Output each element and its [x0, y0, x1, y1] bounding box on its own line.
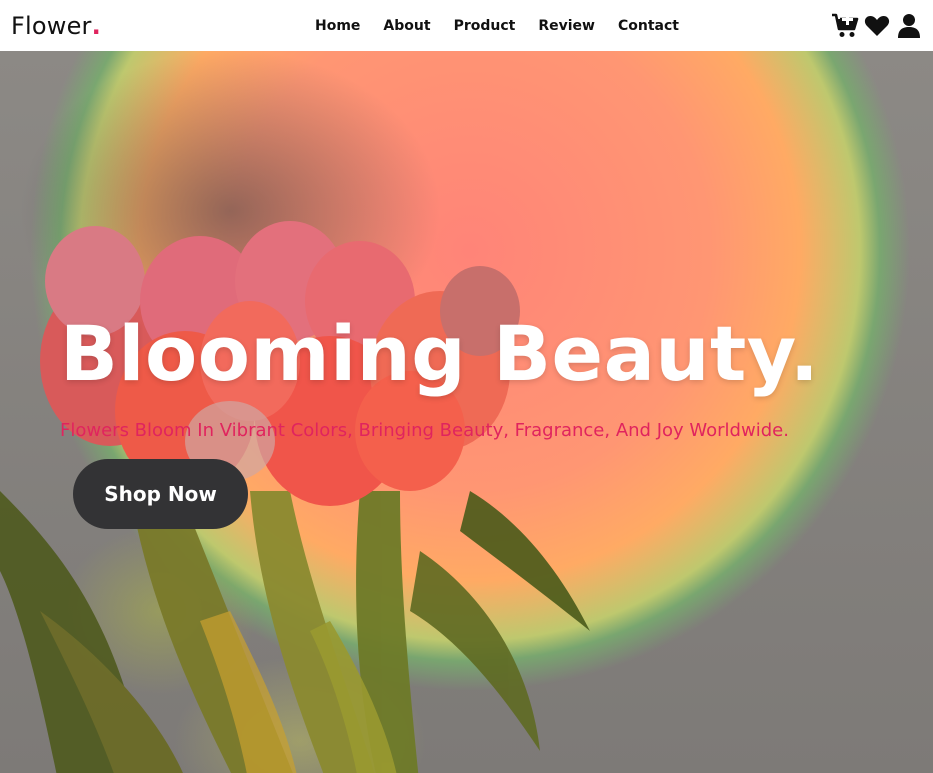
- cart-plus-icon[interactable]: [831, 12, 859, 40]
- nav-product[interactable]: Product: [454, 18, 516, 34]
- logo[interactable]: Flower.: [11, 12, 101, 40]
- logo-dot: .: [91, 11, 101, 40]
- heart-icon[interactable]: [863, 12, 891, 40]
- shop-now-button[interactable]: Shop Now: [73, 459, 248, 529]
- user-icon[interactable]: [895, 12, 923, 40]
- hero-subtitle: Flowers Bloom In Vibrant Colors, Bringin…: [60, 420, 789, 441]
- nav-home[interactable]: Home: [315, 18, 360, 34]
- hero-title: Blooming Beauty.: [60, 309, 820, 398]
- nav-contact[interactable]: Contact: [618, 18, 679, 34]
- nav-review[interactable]: Review: [538, 18, 595, 34]
- hero-section: Blooming Beauty. Flowers Bloom In Vibran…: [0, 51, 933, 773]
- logo-text: Flower: [11, 11, 92, 40]
- nav-about[interactable]: About: [383, 18, 430, 34]
- header-icons: [831, 12, 923, 40]
- main-nav: Home About Product Review Contact: [315, 0, 702, 51]
- site-header: Flower. Home About Product Review Contac…: [0, 0, 933, 51]
